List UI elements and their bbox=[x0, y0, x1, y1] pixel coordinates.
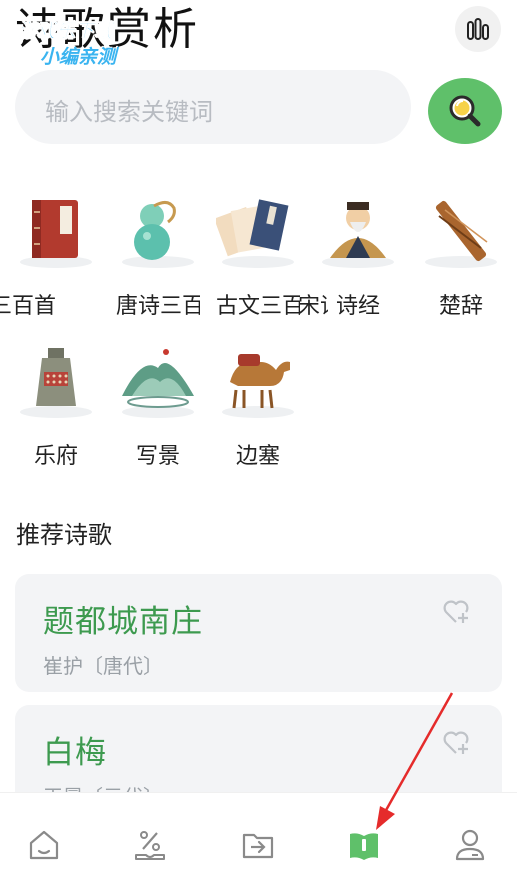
category-item[interactable]: 乐府 bbox=[14, 342, 98, 482]
category-item[interactable]: 唐诗三百首 bbox=[116, 192, 200, 332]
nav-profile[interactable] bbox=[450, 825, 490, 865]
bottom-nav bbox=[0, 792, 517, 877]
camel-icon bbox=[230, 354, 290, 409]
category-label: 楚辞 bbox=[438, 294, 483, 319]
discount-icon bbox=[135, 831, 165, 860]
search-input[interactable]: 输入搜索关键词 bbox=[15, 70, 411, 144]
nav-export[interactable] bbox=[238, 825, 278, 865]
category-label: 古文三百首 bbox=[216, 294, 300, 319]
category-item[interactable]: 写景 bbox=[116, 342, 200, 482]
landscape-icon bbox=[122, 349, 194, 408]
category-label: 乐府 bbox=[33, 444, 78, 469]
category-label: 写景 bbox=[135, 444, 180, 469]
home-icon bbox=[29, 830, 59, 860]
export-icon bbox=[242, 833, 274, 859]
heart-plus-icon[interactable] bbox=[440, 596, 472, 626]
book-icon bbox=[350, 833, 378, 860]
nav-home[interactable] bbox=[24, 825, 64, 865]
papers-icon bbox=[214, 199, 289, 257]
category-label: 唐诗三百首 bbox=[116, 294, 200, 319]
bamboo-scroll-icon bbox=[435, 200, 488, 262]
watermark-logo: 游戏乐下载 小编亲测 bbox=[14, 12, 144, 72]
bell-icon bbox=[36, 348, 76, 406]
red-book-icon bbox=[32, 200, 78, 258]
watermark-line2: 小编亲测 bbox=[40, 46, 117, 68]
poem-title: 白梅 bbox=[43, 735, 107, 771]
poem-author: 崔护〔唐代〕 bbox=[43, 654, 163, 678]
heart-plus-icon[interactable] bbox=[440, 727, 472, 757]
stats-icon bbox=[467, 18, 489, 40]
profile-icon bbox=[455, 829, 485, 861]
poem-title: 题都城南庄 bbox=[43, 604, 203, 640]
section-title: 推荐诗歌 bbox=[16, 521, 112, 549]
category-label: 边塞 bbox=[235, 444, 280, 469]
category-item[interactable]: 宋词 诗经 bbox=[298, 192, 400, 332]
nav-poems[interactable] bbox=[344, 825, 384, 865]
category-label: 三百首 bbox=[0, 294, 56, 319]
confucius-icon bbox=[330, 202, 386, 258]
nav-discount[interactable] bbox=[130, 825, 170, 865]
category-item[interactable]: 古文三百首 bbox=[214, 192, 300, 332]
category-item[interactable]: 边塞 bbox=[216, 342, 300, 482]
stats-button[interactable] bbox=[455, 6, 501, 52]
poem-card[interactable]: 题都城南庄 崔护〔唐代〕 bbox=[15, 574, 502, 692]
category-label: 诗经 bbox=[335, 294, 380, 319]
category-item[interactable]: 楚辞 bbox=[419, 192, 503, 332]
category-item[interactable]: 三百首 bbox=[0, 192, 98, 332]
gourd-icon bbox=[134, 201, 176, 260]
search-button[interactable] bbox=[428, 78, 502, 144]
search-icon bbox=[449, 95, 481, 127]
search-placeholder: 输入搜索关键词 bbox=[45, 98, 213, 126]
watermark-line1: 游戏乐下载 bbox=[18, 20, 114, 43]
